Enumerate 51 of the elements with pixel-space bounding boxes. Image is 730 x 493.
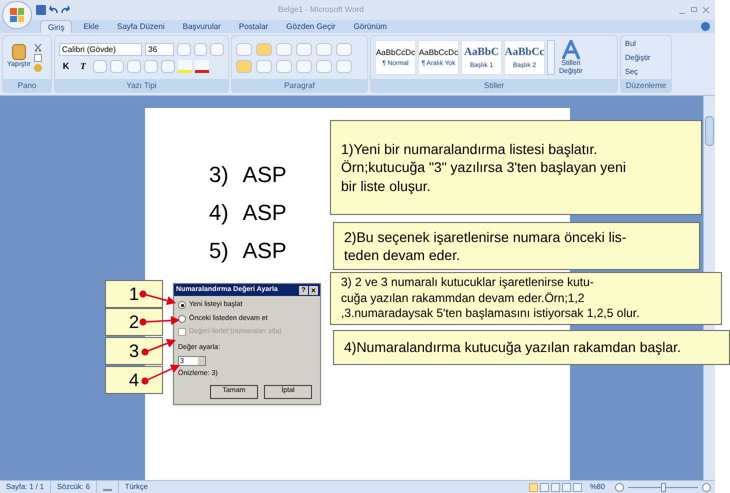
group-label: Düzenleme bbox=[626, 80, 666, 92]
ribbon-tab[interactable]: Görünüm bbox=[346, 20, 394, 33]
minimize-icon[interactable] bbox=[679, 12, 685, 14]
ribbon-tab[interactable]: Postalar bbox=[232, 20, 276, 33]
ribbon-tab[interactable]: Başvurular bbox=[176, 20, 228, 33]
list-item-text: ASP bbox=[242, 199, 287, 227]
ribbon-tab[interactable]: Sayfa Düzeni bbox=[110, 20, 172, 33]
group-label: Yazı Tipi bbox=[126, 80, 157, 92]
office-logo-button[interactable] bbox=[2, 1, 32, 29]
zoom-slider-thumb[interactable] bbox=[661, 482, 666, 492]
gallery-scroll-icon[interactable] bbox=[547, 40, 555, 75]
list-number: 5) bbox=[209, 237, 229, 265]
number-marker: 2 bbox=[105, 308, 163, 336]
group-label: Paragraf bbox=[284, 80, 315, 92]
pointer-arrow bbox=[140, 290, 176, 305]
close-button[interactable]: × bbox=[309, 286, 318, 294]
ribbon-tab[interactable]: Giriş bbox=[40, 20, 72, 33]
font-size-field[interactable]: 36 bbox=[145, 42, 174, 56]
font-color-icon[interactable] bbox=[195, 60, 209, 72]
zoom-slider[interactable] bbox=[628, 482, 698, 492]
scissors-icon[interactable] bbox=[34, 44, 42, 52]
redo-icon[interactable] bbox=[61, 6, 70, 14]
list-item-text: ASP bbox=[242, 237, 287, 265]
styles-icon bbox=[562, 40, 580, 60]
list-number: 4) bbox=[209, 199, 229, 227]
restore-icon[interactable] bbox=[691, 6, 697, 12]
ribbon-tab[interactable]: Ekle bbox=[76, 20, 106, 33]
callout-note: 4)Numaralandırma kutucuğa yazılan rakamdan başlar. bbox=[333, 330, 730, 365]
ribbon-tab[interactable]: Gözden Geçir bbox=[279, 20, 343, 33]
pointer-arrow bbox=[140, 316, 180, 326]
callout-note: 3) 2 ve 3 numaralı kutucuklar işaretlenirse kutu- cuğa yazılan rakammdan devam eder.Örn;1,2 ,3.numaradaysak 5'ten başlamasını istiyorsak 1,2,5 olur. bbox=[330, 272, 722, 325]
group-label: Pano bbox=[18, 80, 36, 92]
pointer-arrow bbox=[142, 364, 180, 384]
number-marker: 3 bbox=[105, 337, 163, 365]
undo-icon[interactable] bbox=[49, 6, 58, 14]
callout-note: 2)Bu seçenek işaretlenirse numara önceki lis- teden devam eder. bbox=[333, 222, 700, 270]
radio-button[interactable] bbox=[178, 314, 186, 323]
radio-button[interactable] bbox=[178, 301, 186, 310]
number-marker: 4 bbox=[105, 366, 163, 394]
number-marker: 1 bbox=[105, 280, 163, 308]
italic-button[interactable]: T bbox=[76, 60, 90, 72]
font-name-field[interactable]: Calibri (Gövde) bbox=[59, 42, 142, 56]
callout-note: 1)Yeni bir numaralandırma listesi başlatır. Örn;kutucuğa "3" yazılırsa 3'ten başlayan yeni bir liste oluşur. bbox=[330, 120, 702, 215]
scroll-thumb[interactable] bbox=[705, 116, 714, 146]
group-label: Stiller bbox=[484, 80, 504, 92]
list-item-text: ASP bbox=[242, 161, 287, 189]
bold-button[interactable]: K bbox=[59, 60, 73, 72]
window-title: Belge1 - Microsoft Word bbox=[278, 4, 364, 16]
close-icon[interactable] bbox=[703, 6, 709, 12]
list-number: 3) bbox=[209, 161, 229, 189]
pointer-arrow bbox=[142, 339, 176, 356]
